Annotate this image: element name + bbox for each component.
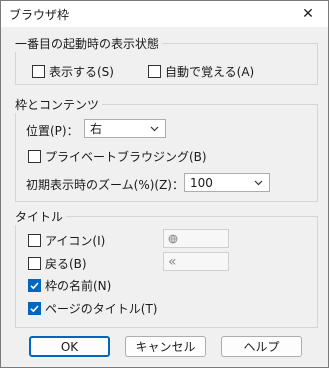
frame-contents-group: 枠とコンテンツ 位置(P)： 右 プライベートブラウジング(B) 初期表示時のズ… [12, 96, 318, 202]
zoom-select[interactable]: 100 [184, 173, 270, 192]
close-button[interactable]: ✕ [288, 1, 328, 27]
auto-remember-checkbox-box[interactable] [148, 65, 161, 78]
help-button[interactable]: ヘルプ [221, 336, 302, 357]
position-label: 位置(P)： [26, 124, 79, 138]
title-group: タイトル アイコン(I) 戻る(B) « 枠の名前(N) ページのタイトル(T) [12, 208, 318, 328]
show-checkbox-label: 表示する(S) [49, 65, 114, 79]
title-bar: ブラウザ枠 ✕ [1, 1, 328, 27]
checkmark-icon [30, 282, 39, 290]
browser-frame-dialog: ブラウザ枠 ✕ 一番目の起動時の表示状態 表示する(S) 自動で覚える(A) 枠… [0, 0, 329, 368]
icon-checkbox-box[interactable] [28, 234, 41, 247]
private-browsing-checkbox-box[interactable] [28, 150, 41, 163]
cancel-button[interactable]: キャンセル [125, 336, 206, 357]
frame-name-checkbox[interactable]: 枠の名前(N) [28, 277, 111, 294]
icon-checkbox[interactable]: アイコン(I) [28, 232, 105, 249]
back-checkbox-label: 戻る(B) [45, 257, 87, 271]
frame-name-checkbox-box[interactable] [28, 279, 41, 292]
double-chevron-left-icon: « [168, 253, 177, 270]
auto-remember-checkbox[interactable]: 自動で覚える(A) [148, 63, 254, 80]
show-checkbox-box[interactable] [32, 65, 45, 78]
chevron-down-icon [150, 126, 159, 132]
icon-preview-field [163, 229, 229, 248]
page-title-checkbox[interactable]: ページのタイトル(T) [28, 300, 157, 317]
frame-group-title: 枠とコンテンツ [12, 96, 103, 113]
zoom-label: 初期表示時のズーム(%)(Z)： [26, 178, 184, 192]
frame-name-checkbox-label: 枠の名前(N) [45, 279, 112, 293]
position-select-value: 右 [90, 122, 103, 136]
dialog-title: ブラウザ枠 [9, 8, 70, 22]
auto-remember-checkbox-label: 自動で覚える(A) [165, 65, 255, 79]
title-group-title: タイトル [12, 208, 67, 225]
position-select[interactable]: 右 [84, 119, 166, 138]
checkmark-icon [30, 305, 39, 313]
back-checkbox[interactable]: 戻る(B) [28, 255, 87, 272]
ok-button[interactable]: OK [29, 336, 110, 357]
private-browsing-checkbox-label: プライベートブラウジング(B) [45, 150, 207, 164]
icon-checkbox-label: アイコン(I) [45, 234, 106, 248]
private-browsing-checkbox[interactable]: プライベートブラウジング(B) [28, 148, 207, 165]
back-checkbox-box[interactable] [28, 257, 41, 270]
chevron-down-icon [254, 180, 263, 186]
startup-group-title: 一番目の起動時の表示状態 [12, 35, 163, 52]
startup-display-group: 一番目の起動時の表示状態 表示する(S) 自動で覚える(A) [12, 35, 318, 85]
zoom-select-value: 100 [190, 175, 213, 190]
back-preview-field: « [163, 252, 229, 271]
page-title-checkbox-label: ページのタイトル(T) [45, 302, 158, 316]
globe-icon [168, 234, 178, 243]
show-checkbox[interactable]: 表示する(S) [32, 63, 114, 80]
page-title-checkbox-box[interactable] [28, 302, 41, 315]
